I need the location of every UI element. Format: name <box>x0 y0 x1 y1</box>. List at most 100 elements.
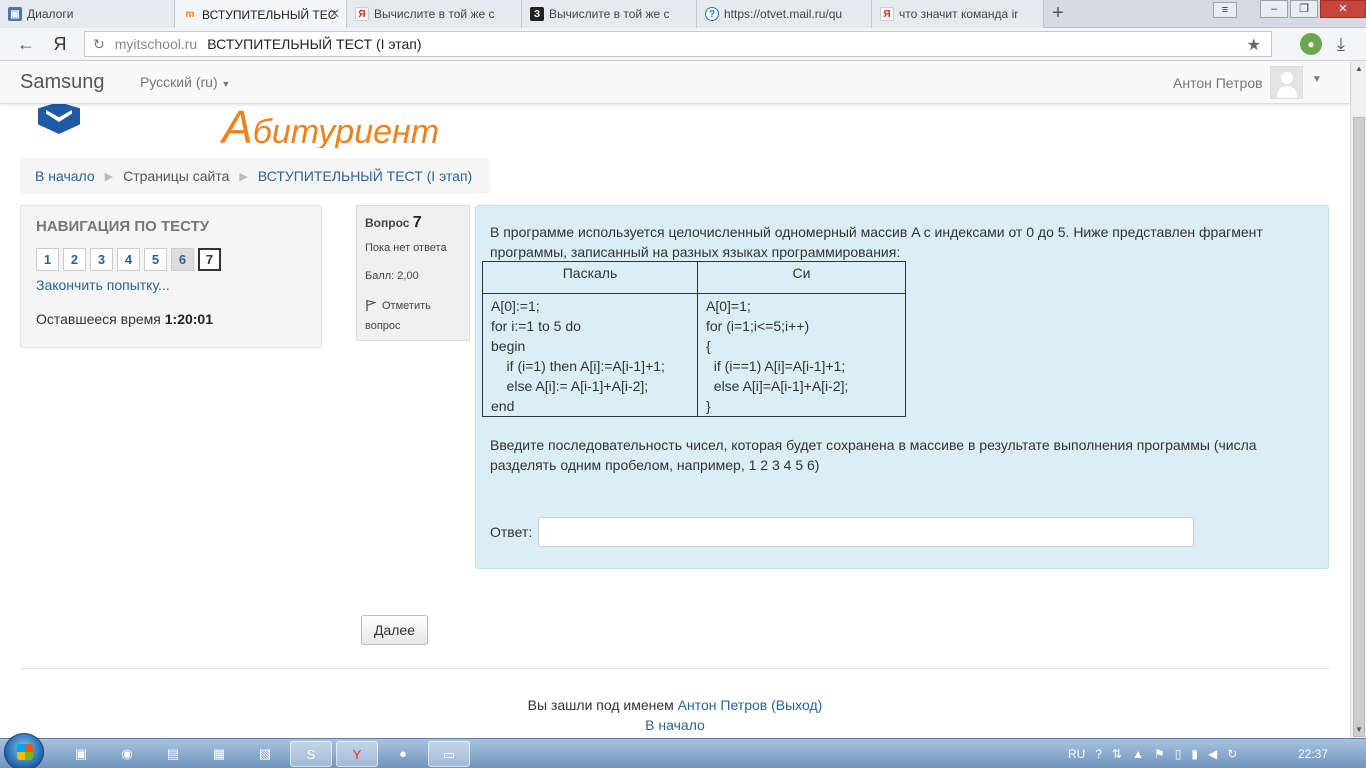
reload-icon[interactable]: ↻ <box>93 36 105 53</box>
c-code: A[0]=1; for (i=1;i<=5;i++) { if (i==1) A… <box>697 293 906 417</box>
quiz-navigation-block: НАВИГАЦИЯ ПО ТЕСТУ 1 2 3 4 5 6 7 Закончи… <box>20 205 322 348</box>
windows-logo-icon <box>17 744 33 760</box>
question-button-6[interactable]: 6 <box>171 248 194 271</box>
question-button-4[interactable]: 4 <box>117 248 140 271</box>
question-label: Вопрос <box>365 216 410 230</box>
question-button-2[interactable]: 2 <box>63 248 86 271</box>
question-number: Вопрос 7 <box>365 214 422 232</box>
question-button-3[interactable]: 3 <box>90 248 113 271</box>
brand-link[interactable]: Samsung <box>20 71 105 94</box>
folder-icon[interactable]: ▭ <box>428 741 470 767</box>
scroll-down-icon[interactable]: ▼ <box>1351 722 1366 738</box>
help-icon[interactable]: ? <box>1095 747 1102 761</box>
code-line: { <box>706 338 711 354</box>
footer-home-link[interactable]: В начало <box>0 717 1350 733</box>
breadcrumb-current[interactable]: ВСТУПИТЕЛЬНЫЙ ТЕСТ (I этап) <box>258 168 472 184</box>
code-line: end <box>491 398 515 414</box>
tray-expand-icon[interactable]: ▲ <box>1132 747 1144 761</box>
taskbar-clock[interactable]: 22:37 <box>1298 747 1328 761</box>
flag-question-link[interactable]: Отметить вопрос <box>365 296 465 336</box>
question-button-7[interactable]: 7 <box>198 248 221 271</box>
pascal-code: A[0]:=1; for i:=1 to 5 do begin if (i=1)… <box>482 293 698 417</box>
code-line: for (i=1;i<=5;i++) <box>706 318 810 334</box>
maximize-icon[interactable]: ❐ <box>1290 0 1318 18</box>
tab-label: что значит команда ir <box>899 7 1019 21</box>
windows-taskbar: ▣ ◉ ▤ ▦ ▧ S Y ● ▭ RU ? ⇅ ▲ ⚑ ▯ ▮ ◀ ↻ 22:… <box>0 733 1366 768</box>
login-info: Вы зашли под именем Антон Петров (Выход) <box>0 697 1350 713</box>
quiz-navigation-title: НАВИГАЦИЯ ПО ТЕСТУ <box>36 218 210 235</box>
taskbar-app-icon[interactable]: ▣ <box>60 741 102 767</box>
next-button[interactable]: Далее <box>361 615 428 645</box>
logged-in-prefix: Вы зашли под именем <box>527 697 674 713</box>
browser-tab-yandex-2[interactable]: Я что значит команда ir <box>872 0 1044 28</box>
close-tab-icon[interactable]: ✕ <box>329 6 340 22</box>
caret-down-icon: ▼ <box>221 79 231 89</box>
browser-tab-dialogs[interactable]: ▣ Диалоги <box>0 0 175 28</box>
network-icon[interactable]: ⇅ <box>1112 747 1122 761</box>
scrollbar-thumb[interactable] <box>1353 117 1365 737</box>
site-navbar: Samsung Русский (ru) ▼ Антон Петров ▼ <box>0 61 1350 104</box>
logout-link[interactable]: (Выход) <box>771 697 822 713</box>
language-menu[interactable]: Русский (ru) ▼ <box>140 74 230 90</box>
header-pascal: Паскаль <box>482 261 698 294</box>
back-arrow-icon[interactable]: ← <box>14 33 38 55</box>
browser-tab-yandex-1[interactable]: Я Вычислите в той же с <box>347 0 522 28</box>
footer-divider <box>20 668 1329 669</box>
code-line: else A[i]:= A[i-1]+A[i-2]; <box>491 378 649 394</box>
language-indicator[interactable]: RU <box>1068 747 1085 761</box>
yandex-browser-icon[interactable]: Y <box>336 741 378 767</box>
user-menu-caret-icon[interactable]: ▼ <box>1312 74 1322 85</box>
yandex-home-icon[interactable]: Я <box>48 33 72 55</box>
code-table: Паскаль Си A[0]:=1; for i:=1 to 5 do beg… <box>482 261 906 417</box>
cmd-icon[interactable]: ▤ <box>152 741 194 767</box>
question-status: Пока нет ответа <box>365 242 447 254</box>
user-name[interactable]: Антон Петров <box>1173 75 1263 91</box>
time-value: 1:20:01 <box>164 311 214 327</box>
browser-tab-znanija[interactable]: З Вычислите в той же с <box>522 0 697 28</box>
taskbar-app-icon[interactable]: ▧ <box>244 741 286 767</box>
code-line: } <box>706 398 711 414</box>
browser-tab-bar: ▣ Диалоги m ВСТУПИТЕЛЬНЫЙ ТЕС ✕ Я Вычисл… <box>0 0 1366 29</box>
page-scrollbar[interactable]: ▲ ▼ <box>1350 61 1366 738</box>
bookmark-star-icon[interactable]: ★ <box>1247 35 1261 55</box>
firefox-icon[interactable]: ● <box>382 741 424 767</box>
steam-icon[interactable]: ◉ <box>106 741 148 767</box>
question-intro: В программе используется целочисленный о… <box>490 224 1263 260</box>
new-tab-plus-icon[interactable]: + <box>1046 3 1070 25</box>
yandex-icon: Я <box>355 7 369 21</box>
vk-icon: ▣ <box>8 7 22 21</box>
close-window-icon[interactable]: ✕ <box>1320 0 1366 18</box>
question-prompt: Введите последовательность чисел, котора… <box>490 437 1257 473</box>
url-domain: myitschool.ru <box>114 36 198 52</box>
minimize-icon[interactable]: – <box>1260 0 1288 18</box>
sync-icon[interactable]: ↻ <box>1227 747 1237 761</box>
question-content: В программе используется целочисленный о… <box>475 205 1329 569</box>
answer-input[interactable] <box>538 517 1195 547</box>
start-button[interactable] <box>4 733 44 768</box>
breadcrumb-home[interactable]: В начало <box>35 168 95 184</box>
signal-icon[interactable]: ▮ <box>1191 747 1198 761</box>
skype-icon[interactable]: S <box>290 741 332 767</box>
tab-label: Вычислите в той же с <box>374 7 495 21</box>
flag-tray-icon[interactable]: ⚑ <box>1154 747 1165 761</box>
url-page-title: ВСТУПИТЕЛЬНЫЙ ТЕСТ (I этап) <box>207 36 422 52</box>
profile-icon[interactable]: ● <box>1300 33 1322 55</box>
answer-label: Ответ: <box>490 524 533 540</box>
scroll-up-icon[interactable]: ▲ <box>1351 61 1366 77</box>
breadcrumb-separator-icon: ▶ <box>104 170 114 183</box>
url-field[interactable]: ↻ myitschool.ru ВСТУПИТЕЛЬНЫЙ ТЕСТ (I эт… <box>84 31 1272 57</box>
question-button-1[interactable]: 1 <box>36 248 59 271</box>
code-line: A[0]=1; <box>706 298 751 314</box>
download-icon[interactable]: ⤓ <box>1330 33 1352 55</box>
avatar[interactable] <box>1270 66 1303 99</box>
question-button-5[interactable]: 5 <box>144 248 167 271</box>
tab-menu-icon[interactable]: ≡ <box>1213 2 1237 18</box>
device-icon[interactable]: ▯ <box>1175 747 1182 761</box>
taskbar-app-icon[interactable]: ▦ <box>198 741 240 767</box>
question-number-value: 7 <box>412 214 422 231</box>
finish-attempt-link[interactable]: Закончить попытку... <box>36 277 170 293</box>
footer-user-link[interactable]: Антон Петров <box>678 697 768 713</box>
volume-icon[interactable]: ◀ <box>1208 747 1217 761</box>
browser-tab-otvet[interactable]: ? https://otvet.mail.ru/qu <box>697 0 872 28</box>
browser-tab-quiz[interactable]: m ВСТУПИТЕЛЬНЫЙ ТЕС ✕ <box>175 0 347 29</box>
